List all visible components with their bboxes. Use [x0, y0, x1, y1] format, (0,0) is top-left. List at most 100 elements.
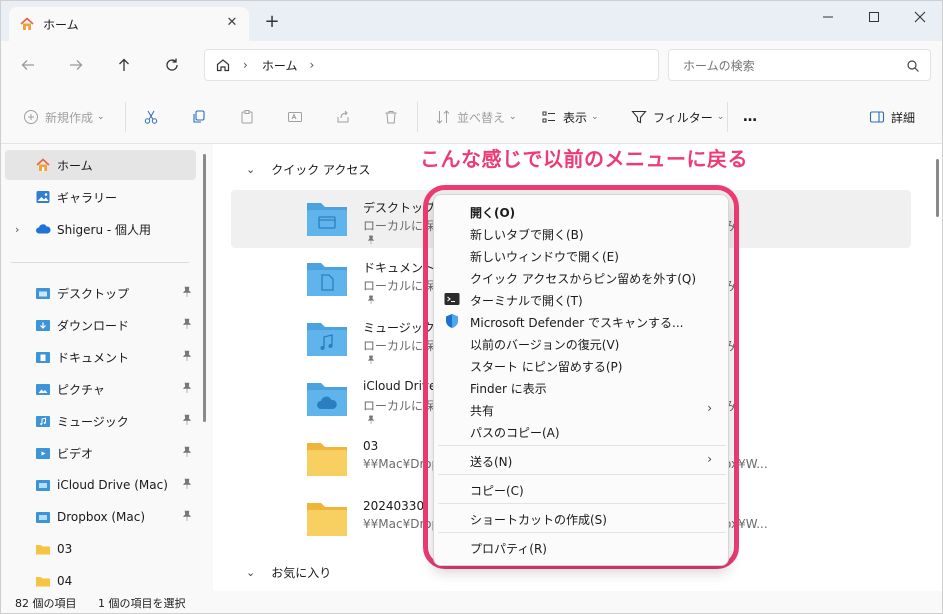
- favorites-header[interactable]: ⌄ お気に入り: [246, 564, 331, 581]
- sidebar-item-label: ミュージック: [57, 414, 129, 429]
- search-input[interactable]: ホームの検索: [668, 49, 931, 81]
- menu-separator: [438, 503, 726, 504]
- sidebar-item-downloads[interactable]: ダウンロード: [5, 310, 196, 340]
- sidebar-item-onedrive[interactable]: › Shigeru - 個人用: [5, 214, 196, 244]
- pin-icon: [182, 382, 192, 393]
- pin-icon: [182, 478, 192, 489]
- section-title: お気に入り: [271, 566, 332, 580]
- menu-item-show-in-finder[interactable]: Finder に表示: [438, 376, 726, 398]
- back-arrow-icon[interactable]: [17, 54, 39, 76]
- title-bar: ホーム ✕ +: [1, 1, 942, 41]
- sort-icon: [436, 110, 450, 124]
- sort-button[interactable]: 並べ替え ⌄: [435, 107, 517, 127]
- share-button[interactable]: [335, 107, 357, 127]
- trash-icon: [385, 111, 397, 124]
- menu-item-open-terminal[interactable]: ターミナルで開く(T): [438, 288, 726, 310]
- sort-label: 並べ替え: [457, 110, 506, 125]
- address-bar[interactable]: › ホーム ›: [204, 49, 659, 81]
- breadcrumb-home[interactable]: ホーム: [262, 57, 298, 74]
- sidebar-item-folder-03[interactable]: 03: [5, 534, 196, 564]
- search-placeholder: ホームの検索: [683, 58, 755, 73]
- share-icon: [337, 110, 349, 123]
- copy-button[interactable]: [191, 107, 213, 127]
- videos-folder-icon: [35, 445, 51, 461]
- sidebar-item-label: デスクトップ: [57, 286, 130, 301]
- sidebar-item-label: ホーム: [57, 158, 93, 173]
- more-options-button[interactable]: …: [743, 107, 757, 127]
- sidebar-item-label: ダウンロード: [57, 318, 130, 333]
- sidebar-item-pictures[interactable]: ピクチャ: [5, 374, 196, 404]
- maximize-icon[interactable]: [859, 7, 889, 27]
- menu-item-open-new-window[interactable]: 新しいウィンドウで開く(E): [438, 244, 726, 266]
- menu-item-copy-path[interactable]: パスのコピー(A): [438, 420, 726, 442]
- icloud-folder-icon: [35, 477, 51, 493]
- toolbar-divider: [125, 102, 126, 132]
- sidebar-item-label: ドキュメント: [57, 350, 130, 365]
- sidebar-item-home[interactable]: ホーム: [5, 150, 196, 180]
- terminal-icon: [444, 293, 460, 305]
- dropbox-folder-icon: [35, 509, 51, 525]
- menu-item-pin-start[interactable]: スタート にピン留めする(P): [438, 354, 726, 376]
- sidebar-item-dropbox[interactable]: Dropbox (Mac): [5, 502, 196, 532]
- item-name: 03: [363, 439, 379, 453]
- menu-item-share[interactable]: 共有 ›: [438, 398, 726, 420]
- chevron-down-icon[interactable]: ⌄: [246, 163, 255, 176]
- details-pane-button[interactable]: 詳細: [869, 107, 915, 127]
- menu-item-open-new-tab[interactable]: 新しいタブで開く(B): [438, 222, 726, 244]
- menu-item-restore-versions[interactable]: 以前のバージョンの復元(V): [438, 332, 726, 354]
- new-tab-button[interactable]: +: [263, 13, 281, 31]
- sidebar-item-documents[interactable]: ドキュメント: [5, 342, 196, 372]
- menu-item-properties[interactable]: プロパティ(R): [438, 536, 726, 558]
- filter-button[interactable]: フィルター ⌄: [631, 107, 724, 127]
- pin-icon: [182, 414, 192, 425]
- content-scrollbar[interactable]: [936, 159, 939, 217]
- filter-icon: [631, 110, 647, 124]
- menu-item-unpin-quick-access[interactable]: クイック アクセスからピン留めを外す(Q): [438, 266, 726, 288]
- breadcrumb-separator[interactable]: ›: [309, 58, 314, 72]
- pin-icon: [182, 286, 192, 297]
- new-button[interactable]: 新規作成 ⌄: [23, 107, 105, 127]
- paste-button[interactable]: [239, 107, 261, 127]
- context-menu: 開く(O) 新しいタブで開く(B) 新しいウィンドウで開く(E) クイック アク…: [433, 194, 729, 566]
- breadcrumb-separator[interactable]: ›: [243, 58, 248, 72]
- menu-item-defender-scan[interactable]: Microsoft Defender でスキャンする...: [438, 310, 726, 332]
- music-folder-icon: [307, 323, 347, 356]
- menu-item-create-shortcut[interactable]: ショートカットの作成(S): [438, 507, 726, 529]
- pin-icon: [182, 318, 192, 329]
- sidebar-divider: [11, 262, 189, 263]
- cut-button[interactable]: [143, 107, 165, 127]
- rename-button[interactable]: [287, 107, 309, 127]
- sidebar-scrollbar[interactable]: [203, 154, 206, 422]
- close-tab-icon[interactable]: ✕: [225, 16, 239, 30]
- pin-icon: [367, 295, 375, 305]
- delete-button[interactable]: [383, 107, 405, 127]
- quick-access-header[interactable]: ⌄ クイック アクセス: [246, 161, 370, 178]
- icloud-folder-icon: [307, 383, 347, 416]
- chevron-right-icon[interactable]: ›: [15, 223, 19, 236]
- pin-icon: [182, 446, 192, 457]
- tab-home[interactable]: ホーム ✕: [9, 7, 249, 41]
- view-button[interactable]: 表示 ⌄: [541, 107, 599, 127]
- documents-folder-icon: [35, 349, 51, 365]
- filter-label: フィルター: [653, 110, 713, 125]
- new-label: 新規作成: [45, 110, 94, 125]
- menu-item-send-to[interactable]: 送る(N) ›: [438, 449, 726, 471]
- menu-item-copy[interactable]: コピー(C): [438, 478, 726, 500]
- close-window-icon[interactable]: [905, 7, 935, 27]
- forward-arrow-icon[interactable]: [65, 54, 87, 76]
- chevron-down-icon[interactable]: ⌄: [246, 566, 255, 579]
- refresh-icon[interactable]: [161, 54, 183, 76]
- sidebar-item-videos[interactable]: ビデオ: [5, 438, 196, 468]
- sidebar-item-music[interactable]: ミュージック: [5, 406, 196, 436]
- sidebar-item-label: ピクチャ: [57, 382, 105, 397]
- sidebar-item-label: ビデオ: [57, 446, 94, 461]
- defender-shield-icon: [446, 314, 458, 328]
- minimize-icon[interactable]: [813, 7, 843, 27]
- details-label: 詳細: [891, 110, 916, 125]
- sidebar-item-gallery[interactable]: ギャラリー: [5, 182, 196, 212]
- sidebar-item-icloud[interactable]: iCloud Drive (Mac): [5, 470, 196, 500]
- menu-item-open[interactable]: 開く(O): [438, 200, 726, 222]
- up-arrow-icon[interactable]: [113, 54, 135, 76]
- sidebar-item-desktop[interactable]: デスクトップ: [5, 278, 196, 308]
- section-title: クイック アクセス: [271, 163, 371, 177]
